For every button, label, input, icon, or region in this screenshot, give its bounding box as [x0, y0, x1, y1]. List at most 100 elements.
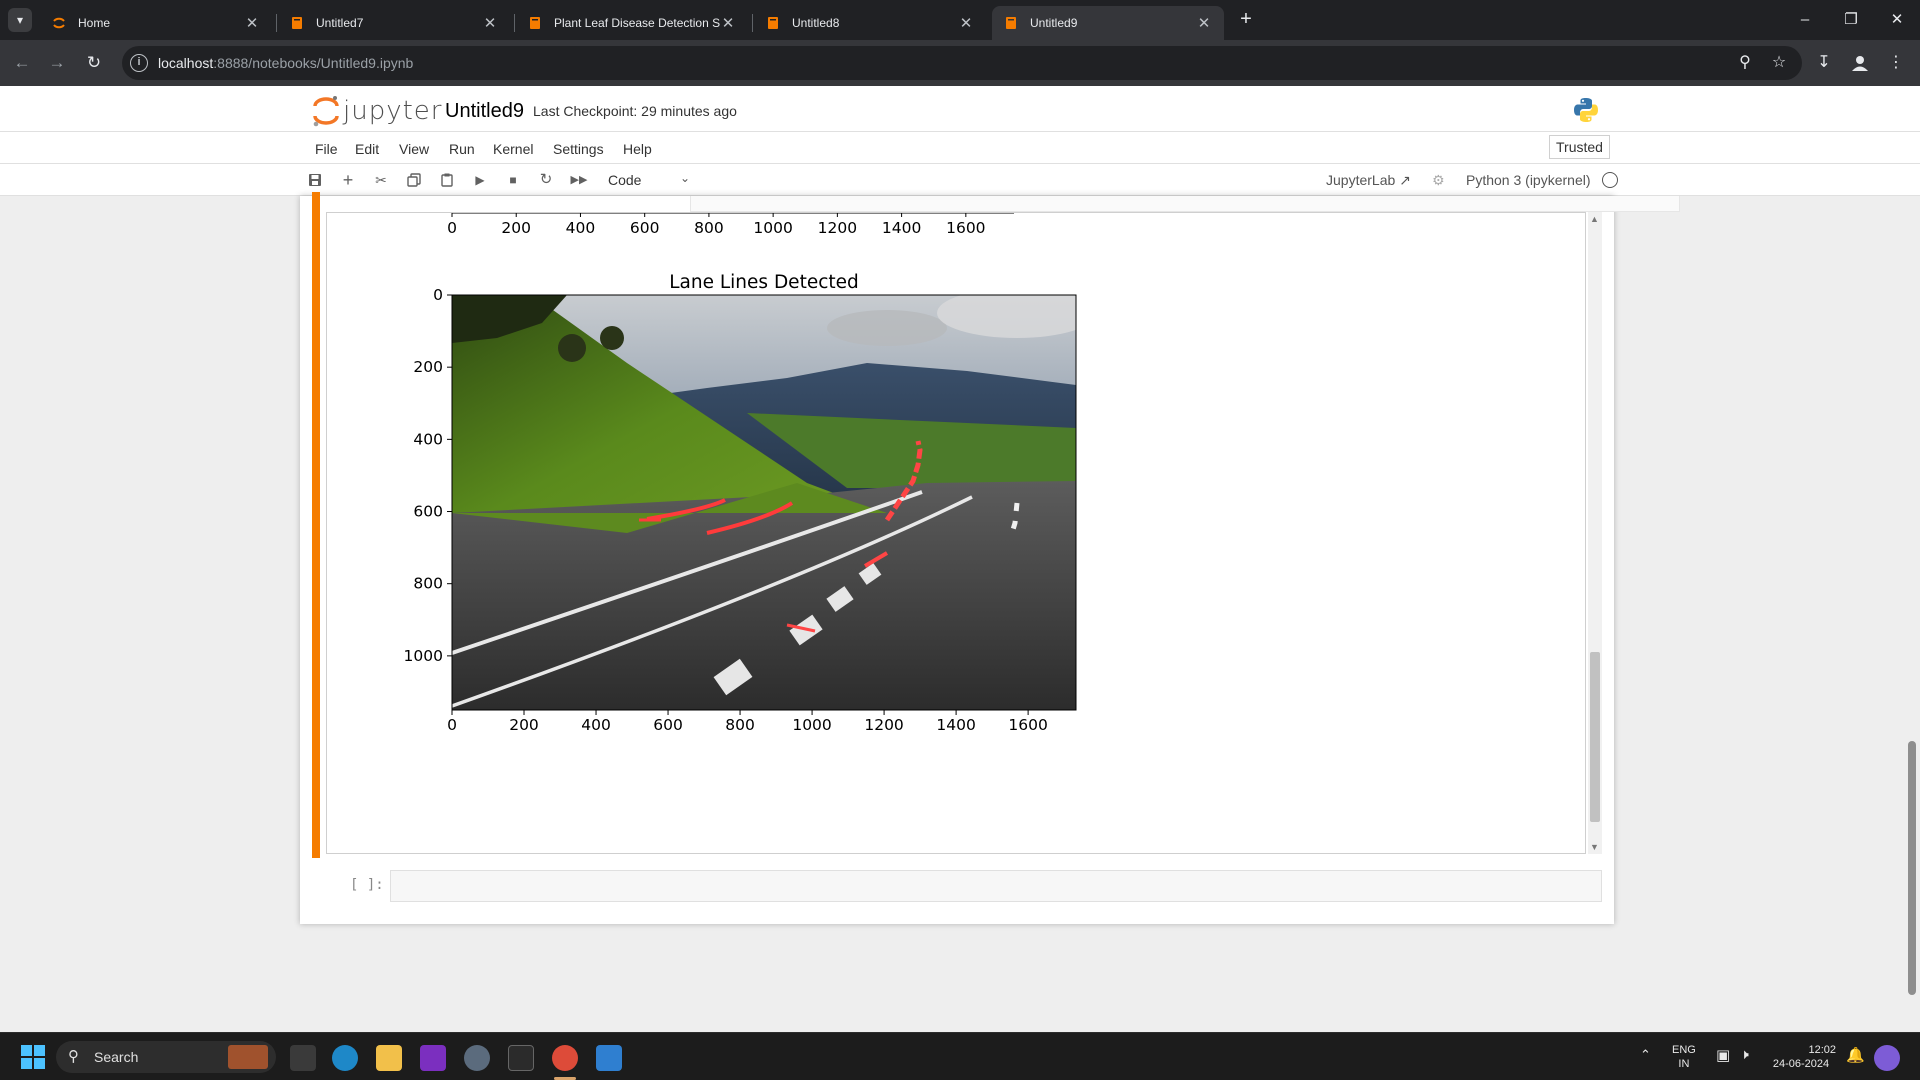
- language-indicator[interactable]: ENG IN: [1672, 1043, 1696, 1071]
- settings-app-icon[interactable]: [464, 1045, 490, 1071]
- zoom-icon[interactable]: ⚲: [1734, 52, 1756, 74]
- reload-button[interactable]: ↻: [82, 51, 106, 75]
- windows-taskbar: ⚲ Search ⌃ ENG IN ▣ 🕨 12:02 24-06-2024 🔔: [0, 1032, 1920, 1080]
- output-scrollbar[interactable]: ▲ ▼: [1588, 212, 1602, 854]
- bookmark-star-icon[interactable]: ☆: [1768, 52, 1790, 74]
- road-image: [452, 295, 1076, 710]
- prev-x-tick-label: 1200: [818, 219, 857, 237]
- menu-kernel[interactable]: Kernel: [493, 141, 533, 157]
- restart-icon[interactable]: ↻: [537, 171, 555, 189]
- restart-run-all-icon[interactable]: ▶▶: [570, 171, 588, 189]
- jupyter-logo-text: jupyter: [343, 96, 443, 126]
- y-tick-label: 200: [413, 358, 443, 376]
- interrupt-icon[interactable]: ■: [504, 171, 522, 189]
- copy-icon[interactable]: [405, 171, 423, 189]
- add-cell-icon[interactable]: +: [339, 171, 357, 189]
- paste-icon[interactable]: [438, 171, 456, 189]
- jupyter-menubar: File Edit View Run Kernel Settings Help …: [0, 132, 1920, 164]
- chevron-down-icon[interactable]: ⌄: [680, 171, 690, 185]
- forward-button[interactable]: →: [45, 51, 69, 75]
- restore-button[interactable]: ❐: [1828, 0, 1874, 40]
- prev-x-tick-label: 1000: [753, 219, 792, 237]
- terminal-icon[interactable]: [508, 1045, 534, 1071]
- tab-search-button[interactable]: ▾: [8, 8, 32, 32]
- close-icon[interactable]: ✕: [1196, 14, 1212, 32]
- scroll-down-icon[interactable]: ▼: [1590, 842, 1599, 852]
- y-tick-label: 0: [433, 286, 443, 304]
- external-link-icon: ↗: [1399, 172, 1411, 188]
- x-tick-label: 800: [725, 716, 755, 734]
- search-icon: ⚲: [68, 1048, 79, 1065]
- tab-untitled9[interactable]: Untitled9 ✕: [992, 6, 1224, 40]
- jupyter-favicon-icon: [52, 16, 66, 30]
- notebook-title[interactable]: Untitled9: [445, 100, 524, 123]
- last-checkpoint: Last Checkpoint: 29 minutes ago: [533, 103, 737, 119]
- kernel-name[interactable]: Python 3 (ipykernel): [1466, 172, 1591, 188]
- menu-settings[interactable]: Settings: [553, 141, 604, 157]
- x-tick-label: 600: [653, 716, 683, 734]
- clock[interactable]: 12:02 24-06-2024: [1766, 1043, 1836, 1071]
- jupyter-header: jupyter Untitled9 Last Checkpoint: 29 mi…: [0, 86, 1920, 132]
- active-cell-indicator[interactable]: [312, 196, 320, 858]
- back-button[interactable]: ←: [10, 51, 34, 75]
- site-info-icon[interactable]: i: [130, 54, 148, 72]
- tab-untitled7[interactable]: Untitled7 ✕: [278, 6, 510, 40]
- cell-output[interactable]: 0 200 400 600 800 1000 1200 1400 1600 Lane Lines…: [326, 212, 1586, 854]
- url-text[interactable]: localhost:8888/notebooks/Untitled9.ipynb: [158, 55, 413, 71]
- download-icon[interactable]: ↧: [1812, 51, 1836, 75]
- tab-plant-leaf[interactable]: Plant Leaf Disease Detection Sy ✕: [516, 6, 748, 40]
- windows-start-icon[interactable]: [20, 1044, 46, 1070]
- menu-view[interactable]: View: [399, 141, 429, 157]
- close-icon[interactable]: ✕: [244, 14, 260, 32]
- chrome-menu-icon[interactable]: ⋮: [1884, 51, 1908, 75]
- new-tab-button[interactable]: +: [1234, 8, 1258, 32]
- cut-icon[interactable]: ✂: [372, 171, 390, 189]
- file-explorer-icon[interactable]: [376, 1045, 402, 1071]
- copilot-icon[interactable]: [1874, 1045, 1900, 1071]
- address-bar[interactable]: i localhost:8888/notebooks/Untitled9.ipy…: [122, 46, 1802, 80]
- empty-code-cell[interactable]: [390, 870, 1602, 902]
- run-icon[interactable]: ▶: [471, 171, 489, 189]
- kernel-status-icon: [1602, 172, 1618, 188]
- volume-muted-icon[interactable]: 🕨: [1740, 1046, 1749, 1063]
- prev-x-tick-label: 600: [630, 219, 660, 237]
- menu-edit[interactable]: Edit: [355, 141, 379, 157]
- taskbar-search[interactable]: ⚲ Search: [56, 1041, 276, 1073]
- chrome-icon[interactable]: [552, 1045, 578, 1071]
- menu-help[interactable]: Help: [623, 141, 652, 157]
- prev-x-tick-label: 200: [501, 219, 531, 237]
- tray-overflow-icon[interactable]: ⌃: [1640, 1047, 1651, 1063]
- close-window-button[interactable]: ✕: [1874, 0, 1920, 40]
- tab-label: Untitled9: [1030, 16, 1078, 30]
- close-icon[interactable]: ✕: [958, 14, 974, 32]
- network-icon[interactable]: ▣: [1716, 1046, 1730, 1064]
- x-tick-label: 0: [447, 716, 457, 734]
- task-view-icon[interactable]: [290, 1045, 316, 1071]
- cell-type-select[interactable]: Code: [608, 172, 641, 188]
- minimize-button[interactable]: –: [1782, 0, 1828, 40]
- close-icon[interactable]: ✕: [720, 14, 736, 32]
- app-icon-blue[interactable]: [596, 1045, 622, 1071]
- tab-home[interactable]: Home ✕: [40, 6, 272, 40]
- page-scrollbar-thumb[interactable]: [1908, 741, 1916, 995]
- kernel-settings-icon[interactable]: ⚙: [1432, 172, 1445, 189]
- output-scrollbar-thumb[interactable]: [1590, 652, 1600, 822]
- prev-x-tick-label: 800: [694, 219, 724, 237]
- x-tick-label: 400: [581, 716, 611, 734]
- menu-run[interactable]: Run: [449, 141, 475, 157]
- tab-untitled8[interactable]: Untitled8 ✕: [754, 6, 986, 40]
- close-icon[interactable]: ✕: [482, 14, 498, 32]
- jupyter-logo[interactable]: jupyter: [311, 94, 441, 128]
- notification-icon[interactable]: 🔔: [1846, 1046, 1865, 1064]
- page-scrollbar[interactable]: [1904, 196, 1920, 1030]
- lane-lines-figure: 0 200 400 600 800 1000 1200 1400 1600 Lane Lines…: [404, 213, 1077, 734]
- menu-file[interactable]: File: [315, 141, 338, 157]
- profile-icon[interactable]: [1848, 51, 1872, 75]
- app-icon[interactable]: [420, 1045, 446, 1071]
- trusted-indicator[interactable]: Trusted: [1549, 135, 1610, 159]
- scroll-up-icon[interactable]: ▲: [1590, 214, 1599, 224]
- prev-x-tick-label: 0: [447, 219, 457, 237]
- edge-icon[interactable]: [332, 1045, 358, 1071]
- jupyterlab-link[interactable]: JupyterLab ↗: [1326, 172, 1411, 189]
- save-icon[interactable]: [306, 171, 324, 189]
